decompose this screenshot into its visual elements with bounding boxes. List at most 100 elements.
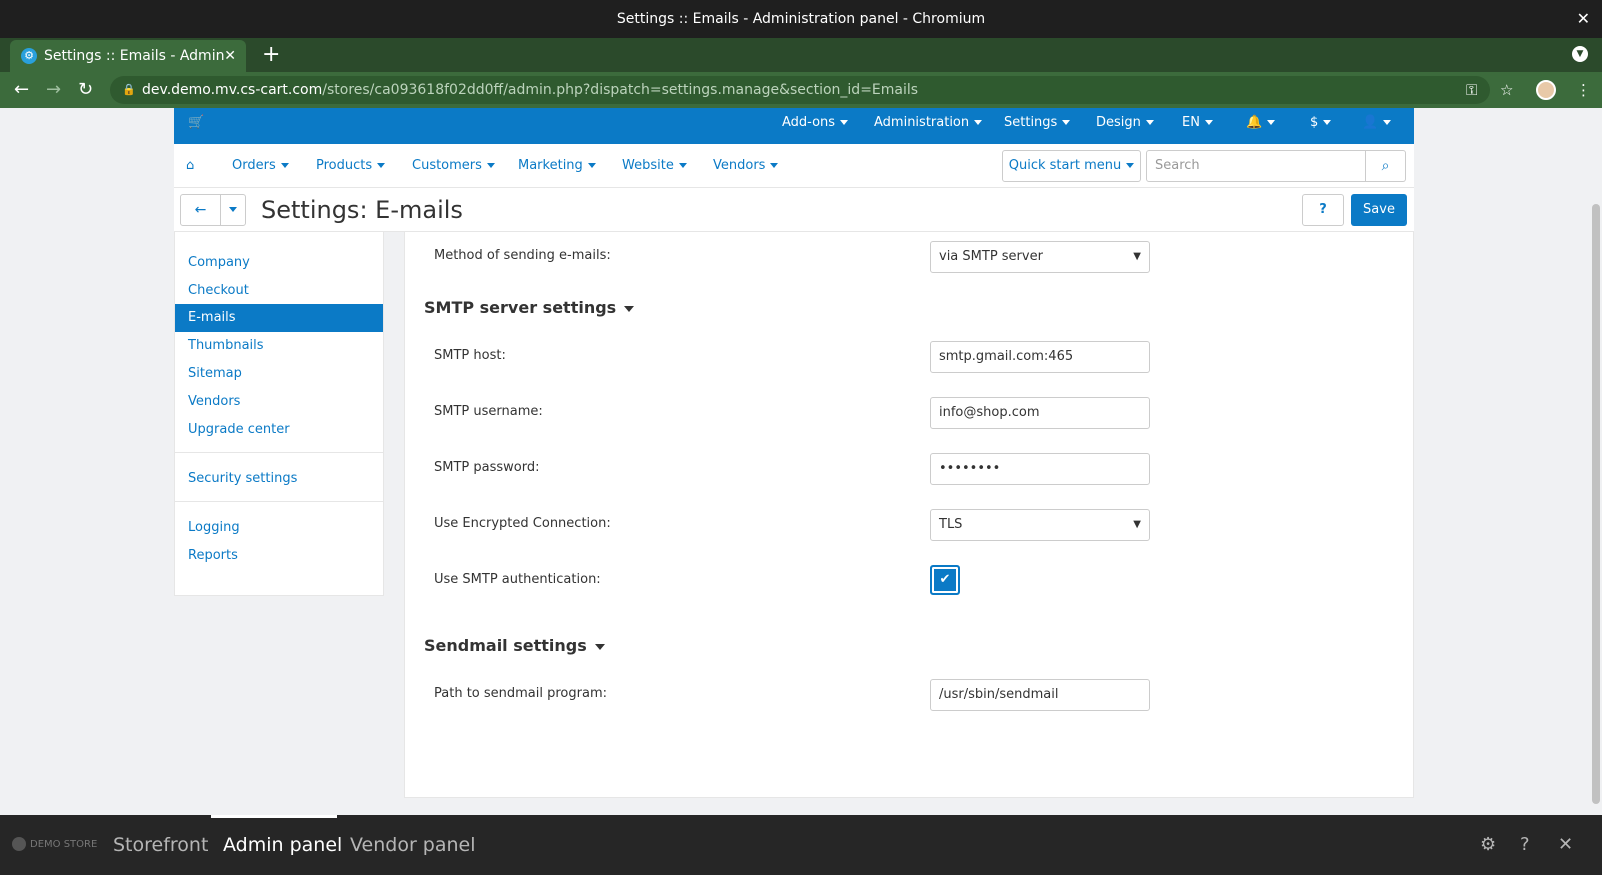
- bell-icon[interactable]: 🔔: [1246, 108, 1276, 138]
- help-button[interactable]: ?: [1302, 194, 1344, 226]
- sendmail-section-heading[interactable]: Sendmail settings: [424, 636, 605, 655]
- encryption-select[interactable]: TLS ▼: [930, 509, 1150, 541]
- sendmail-path-label: Path to sendmail program:: [434, 686, 607, 701]
- scrollbar-thumb[interactable]: [1592, 204, 1600, 804]
- star-icon[interactable]: ☆: [1500, 72, 1513, 108]
- topnav-currency[interactable]: $: [1310, 108, 1332, 138]
- nav-customers[interactable]: Customers: [412, 144, 495, 188]
- search-input[interactable]: Search: [1146, 150, 1366, 182]
- admin-top-nav: 🛒 Add-ons Administration Settings Design…: [174, 108, 1414, 144]
- nav-marketing[interactable]: Marketing: [518, 144, 596, 188]
- sidebar-item-thumbnails[interactable]: Thumbnails: [175, 332, 383, 360]
- tab-storefront[interactable]: Storefront: [113, 815, 208, 875]
- tab-strip: ⚙ Settings :: Emails - Admin ✕: [0, 38, 1602, 72]
- smtp-password-label: SMTP password:: [434, 460, 540, 475]
- nav-vendors[interactable]: Vendors: [713, 144, 779, 188]
- chevron-down-icon: ▼: [1133, 519, 1141, 530]
- nav-website[interactable]: Website: [622, 144, 687, 188]
- caret-down-icon: [594, 643, 605, 650]
- main-nav: ⌂ Orders Products Customers Marketing We…: [174, 144, 1414, 188]
- sidebar-item-reports[interactable]: Reports: [175, 542, 383, 570]
- lock-icon: 🔒: [122, 83, 136, 96]
- smtp-username-input[interactable]: info@shop.com: [930, 397, 1150, 429]
- caret-down-icon: [624, 305, 635, 312]
- nav-products[interactable]: Products: [316, 144, 386, 188]
- window-title: Settings :: Emails - Administration pane…: [616, 11, 986, 27]
- home-icon[interactable]: ⌂: [186, 144, 194, 188]
- user-icon[interactable]: 👤: [1362, 108, 1392, 138]
- url-path: /stores/ca093618f02dd0ff/admin.php?dispa…: [322, 82, 919, 98]
- window-titlebar: Settings :: Emails - Administration pane…: [0, 0, 1602, 38]
- topnav-administration[interactable]: Administration: [874, 108, 983, 138]
- page-scrollbar[interactable]: [1590, 108, 1602, 815]
- method-label: Method of sending e-mails:: [434, 248, 611, 263]
- gear-icon: ⚙: [21, 48, 37, 64]
- address-bar[interactable]: 🔒 dev.demo.mv.cs-cart.com/stores/ca09361…: [110, 76, 1490, 104]
- demo-store-logo: DEMO STORE: [12, 815, 97, 875]
- method-select[interactable]: via SMTP server ▼: [930, 241, 1150, 273]
- sidebar-item-company[interactable]: Company: [175, 249, 383, 277]
- form-row-method: Method of sending e-mails: via SMTP serv…: [405, 239, 1413, 273]
- topnav-addons[interactable]: Add-ons: [782, 108, 849, 138]
- sidebar-item-checkout[interactable]: Checkout: [175, 277, 383, 305]
- tab-vendor-panel[interactable]: Vendor panel: [350, 815, 476, 875]
- sidebar-item-security-settings[interactable]: Security settings: [175, 465, 383, 493]
- close-icon[interactable]: ✕: [1577, 0, 1590, 38]
- checkmark-icon: ✔: [939, 572, 951, 587]
- smtp-section-heading[interactable]: SMTP server settings: [424, 298, 635, 317]
- sidebar-divider: [175, 501, 383, 502]
- form-row-smtp-host: SMTP host: smtp.gmail.com:465: [405, 339, 1413, 373]
- demo-bottom-bar: DEMO STORE Storefront Admin panel Vendor…: [0, 815, 1602, 875]
- sidebar-item-sitemap[interactable]: Sitemap: [175, 360, 383, 388]
- smtp-host-input[interactable]: smtp.gmail.com:465: [930, 341, 1150, 373]
- sidebar-item-vendors[interactable]: Vendors: [175, 388, 383, 416]
- sidebar-item-logging[interactable]: Logging: [175, 514, 383, 542]
- tab-admin-panel[interactable]: Admin panel: [223, 815, 342, 875]
- cart-icon[interactable]: 🛒: [188, 108, 204, 138]
- auth-label: Use SMTP authentication:: [434, 572, 601, 587]
- settings-sidebar: Company Checkout E-mails Thumbnails Site…: [174, 232, 384, 596]
- smtp-password-input[interactable]: ••••••••: [930, 453, 1150, 485]
- auth-checkbox[interactable]: ✔: [930, 565, 960, 595]
- smtp-host-label: SMTP host:: [434, 348, 506, 363]
- browser-toolbar: ← → ↻ 🔒 dev.demo.mv.cs-cart.com/stores/c…: [0, 72, 1602, 108]
- topnav-language[interactable]: EN: [1182, 108, 1213, 138]
- reload-icon[interactable]: ↻: [78, 72, 93, 108]
- search-icon[interactable]: ⌕: [1366, 150, 1406, 182]
- topnav-settings[interactable]: Settings: [1004, 108, 1071, 138]
- chevron-down-icon: ▼: [1133, 251, 1141, 262]
- tab-close-icon[interactable]: ✕: [224, 40, 236, 72]
- sendmail-path-input[interactable]: /usr/sbin/sendmail: [930, 679, 1150, 711]
- form-row-smtp-password: SMTP password: ••••••••: [405, 451, 1413, 485]
- page-title: Settings: E-mails: [261, 196, 463, 224]
- profile-avatar[interactable]: [1536, 80, 1556, 100]
- quick-start-menu-button[interactable]: Quick start menu: [1002, 150, 1141, 182]
- topnav-design[interactable]: Design: [1096, 108, 1154, 138]
- form-row-sendmail-path: Path to sendmail program: /usr/sbin/send…: [405, 677, 1413, 711]
- sidebar-divider: [175, 452, 383, 453]
- browser-tab-title: Settings :: Emails - Admin: [44, 48, 225, 64]
- save-button[interactable]: Save: [1351, 194, 1407, 226]
- sidebar-item-emails[interactable]: E-mails: [175, 304, 383, 332]
- arrow-left-icon[interactable]: ←: [181, 195, 221, 225]
- encryption-label: Use Encrypted Connection:: [434, 516, 611, 531]
- smtp-username-label: SMTP username:: [434, 404, 543, 419]
- back-arrow-icon[interactable]: ←: [14, 72, 29, 108]
- help-icon[interactable]: ?: [1520, 815, 1530, 875]
- chevron-down-icon[interactable]: [221, 195, 245, 225]
- browser-tab[interactable]: ⚙ Settings :: Emails - Admin ✕: [10, 40, 246, 72]
- tab-search-icon[interactable]: ▼: [1572, 46, 1588, 62]
- form-row-auth: Use SMTP authentication: ✔: [405, 563, 1413, 597]
- form-row-encryption: Use Encrypted Connection: TLS ▼: [405, 507, 1413, 541]
- sidebar-item-upgrade-center[interactable]: Upgrade center: [175, 416, 383, 444]
- form-row-smtp-username: SMTP username: info@shop.com: [405, 395, 1413, 429]
- back-button[interactable]: ←: [180, 194, 246, 226]
- new-tab-icon[interactable]: +: [262, 38, 280, 72]
- forward-arrow-icon[interactable]: →: [46, 72, 61, 108]
- url-host: dev.demo.mv.cs-cart.com: [142, 82, 323, 98]
- close-icon[interactable]: ✕: [1558, 815, 1573, 875]
- gear-icon[interactable]: ⚙: [1480, 815, 1496, 875]
- menu-dots-icon[interactable]: ⋮: [1576, 72, 1591, 108]
- key-icon[interactable]: ⚿: [1466, 72, 1477, 108]
- nav-orders[interactable]: Orders: [232, 144, 289, 188]
